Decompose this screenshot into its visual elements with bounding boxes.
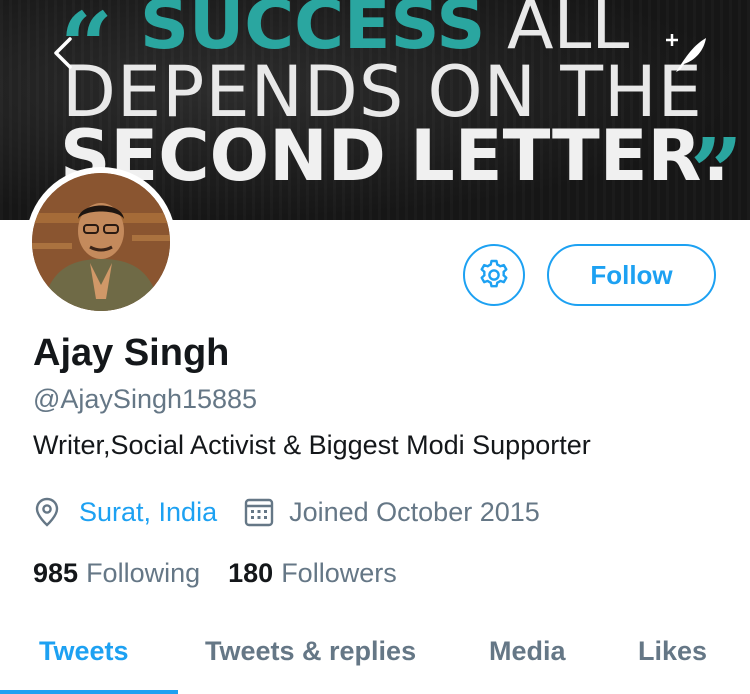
calendar-icon — [244, 498, 274, 527]
back-button[interactable] — [40, 30, 86, 76]
banner-quote-close: ” — [690, 118, 743, 220]
tab-media[interactable]: Media — [489, 636, 566, 667]
gear-icon — [480, 259, 508, 288]
compose-feather-icon — [666, 34, 706, 72]
settings-button[interactable] — [463, 244, 525, 306]
profile-stats: 985 Following 180 Followers — [33, 555, 425, 591]
compose-button[interactable] — [662, 30, 712, 76]
profile-handle: @AjaySingh15885 — [33, 384, 258, 414]
tab-tweets-and-replies[interactable]: Tweets & replies — [205, 636, 416, 667]
tab-tweets[interactable]: Tweets — [39, 636, 129, 667]
following-count[interactable]: 985 — [33, 558, 78, 589]
profile-meta: Surat, India Joined October 2015 — [33, 494, 540, 530]
profile-location[interactable]: Surat, India — [79, 497, 217, 528]
profile-tabs: Tweets Tweets & replies Media Likes — [0, 624, 750, 694]
profile-name: Ajay Singh — [33, 332, 230, 374]
active-tab-indicator — [0, 690, 178, 694]
profile-bio: Writer,Social Activist & Biggest Modi Su… — [33, 430, 591, 460]
chevron-left-icon — [54, 37, 72, 69]
avatar-photo — [32, 173, 170, 311]
location-pin-icon — [35, 497, 59, 527]
followers-label[interactable]: Followers — [281, 558, 397, 589]
profile-page: “ SUCCESS ALL DEPENDS ON THE SECOND LETT… — [0, 0, 750, 694]
avatar[interactable] — [32, 173, 170, 311]
followers-count[interactable]: 180 — [228, 558, 273, 589]
follow-button[interactable]: Follow — [547, 244, 716, 306]
avatar-ring — [26, 167, 176, 317]
following-label[interactable]: Following — [86, 558, 200, 589]
tab-likes[interactable]: Likes — [638, 636, 707, 667]
profile-joined-date: Joined October 2015 — [289, 496, 540, 527]
banner-line-3: SECOND LETTER. — [60, 115, 730, 197]
